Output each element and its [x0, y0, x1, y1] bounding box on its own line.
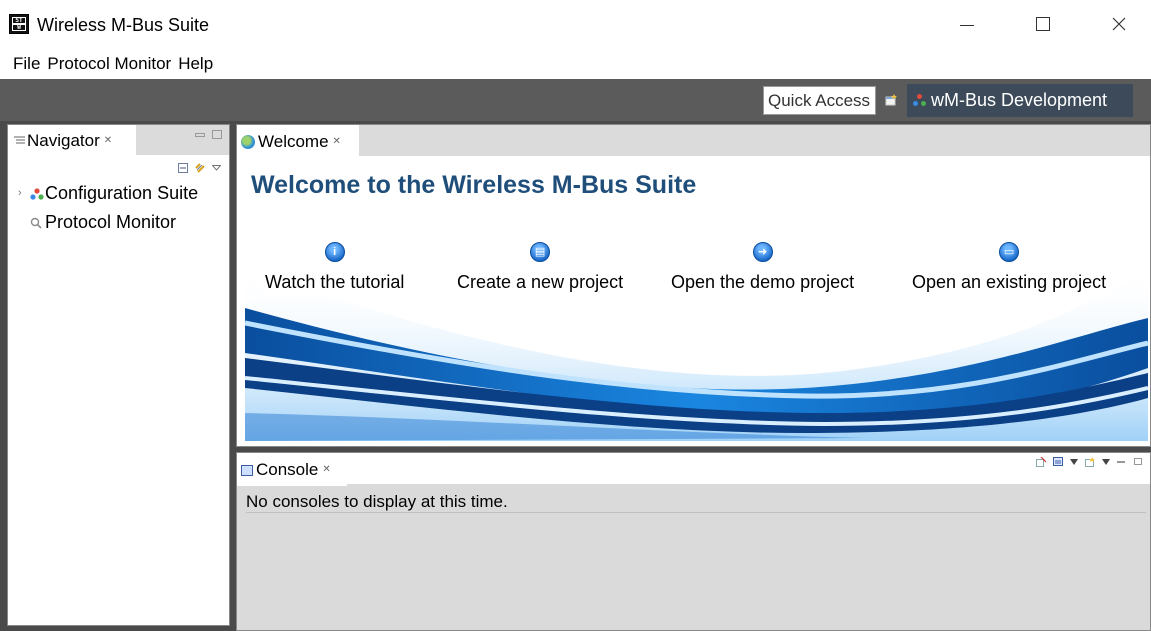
arrow-right-icon: ➜ — [752, 242, 773, 262]
close-window-button[interactable] — [1096, 0, 1142, 48]
welcome-icon — [241, 135, 255, 149]
expand-arrow-icon[interactable]: › — [18, 179, 22, 208]
menu-bar: File Protocol Monitor Help — [0, 48, 1151, 79]
tab-console[interactable]: Console ✕ — [237, 453, 347, 486]
tree-item-configuration-suite[interactable]: › Configuration Suite — [8, 179, 229, 208]
navigator-tab-label: Navigator — [27, 131, 100, 150]
configuration-suite-icon — [30, 188, 44, 200]
menu-file[interactable]: File — [13, 54, 40, 74]
tree-item-label: Configuration Suite — [45, 183, 199, 203]
close-tab-icon[interactable]: ✕ — [104, 135, 112, 146]
maximize-view-icon[interactable] — [212, 130, 222, 139]
maximize-button[interactable] — [1020, 0, 1066, 48]
action-label: Open the demo project — [669, 270, 857, 294]
console-tab-label: Console — [256, 460, 319, 479]
tab-welcome[interactable]: Welcome ✕ — [237, 125, 359, 158]
close-icon — [1112, 17, 1126, 31]
view-menu-icon[interactable] — [212, 165, 221, 171]
menu-protocol-monitor[interactable]: Protocol Monitor — [47, 54, 171, 74]
logo-text-bottom: W — [12, 24, 26, 31]
app-logo-icon: ST W — [9, 14, 29, 34]
minimize-button[interactable] — [944, 0, 990, 48]
welcome-heading: Welcome to the Wireless M-Bus Suite — [251, 171, 697, 199]
navigator-tree: › Configuration Suite Protocol Monitor — [8, 179, 229, 237]
watch-tutorial-link[interactable]: i Watch the tutorial — [263, 242, 407, 294]
collapse-all-icon[interactable] — [178, 163, 188, 173]
new-document-icon: ▤ — [530, 242, 551, 262]
display-console-icon[interactable] — [1053, 457, 1063, 467]
navigator-icon — [14, 136, 25, 144]
info-icon: i — [324, 242, 345, 262]
tree-item-protocol-monitor[interactable]: Protocol Monitor — [8, 208, 229, 237]
console-tab-bar: Console ✕ — [237, 453, 1150, 486]
pin-console-icon[interactable] — [1036, 457, 1046, 467]
logo-text-top: ST — [12, 17, 26, 24]
console-icon — [241, 465, 253, 476]
maximize-view-icon[interactable] — [1134, 458, 1144, 466]
close-tab-icon[interactable]: ✕ — [333, 136, 341, 147]
action-label: Watch the tutorial — [263, 270, 407, 294]
welcome-page: Welcome to the Wireless M-Bus Suite i Wa… — [245, 158, 1148, 441]
perspective-button[interactable]: wM-Bus Development — [907, 84, 1133, 117]
tree-item-label: Protocol Monitor — [45, 212, 177, 232]
window-title: Wireless M-Bus Suite — [37, 15, 210, 35]
console-view: Console ✕ No consoles to display at this… — [236, 452, 1151, 631]
console-toolbar — [1036, 457, 1144, 467]
perspective-label: wM-Bus Development — [931, 90, 1108, 110]
action-label: Create a new project — [455, 270, 626, 294]
folder-icon: ▭ — [999, 242, 1020, 262]
minimize-view-icon[interactable] — [1117, 458, 1127, 466]
open-demo-project-link[interactable]: ➜ Open the demo project — [669, 242, 857, 294]
console-message: No consoles to display at this time. — [246, 492, 508, 511]
welcome-tab-label: Welcome — [258, 132, 329, 151]
dropdown-arrow-icon[interactable] — [1070, 459, 1078, 465]
navigator-tab-bar: Navigator ✕ — [8, 125, 229, 157]
open-perspective-icon — [885, 94, 897, 106]
editor-tab-bar: Welcome ✕ — [237, 125, 1150, 158]
open-console-icon[interactable] — [1085, 457, 1095, 467]
tab-navigator[interactable]: Navigator ✕ — [8, 125, 136, 157]
open-existing-project-link[interactable]: ▭ Open an existing project — [910, 242, 1109, 294]
welcome-editor: Welcome ✕ Welcome to the Wireless M-Bus S… — [236, 124, 1151, 447]
title-bar: ST W Wireless M-Bus Suite — [0, 0, 1151, 48]
open-perspective-button[interactable] — [883, 92, 899, 108]
console-divider — [246, 512, 1146, 513]
console-content: No consoles to display at this time. — [237, 486, 1150, 630]
quick-access-input[interactable]: Quick Access — [763, 86, 876, 115]
minimize-view-icon[interactable] — [195, 130, 205, 138]
action-label: Open an existing project — [910, 270, 1109, 294]
link-with-editor-icon[interactable] — [194, 162, 206, 174]
navigator-toolbar — [178, 162, 221, 174]
menu-help[interactable]: Help — [178, 54, 213, 74]
close-tab-icon[interactable]: ✕ — [322, 464, 330, 475]
perspective-icon — [913, 93, 927, 108]
create-new-project-link[interactable]: ▤ Create a new project — [455, 242, 626, 294]
magnifier-icon — [30, 217, 42, 229]
navigator-view: Navigator ✕ › Configuration Suite Protoc… — [7, 124, 230, 626]
dropdown-arrow-icon[interactable] — [1102, 459, 1110, 465]
